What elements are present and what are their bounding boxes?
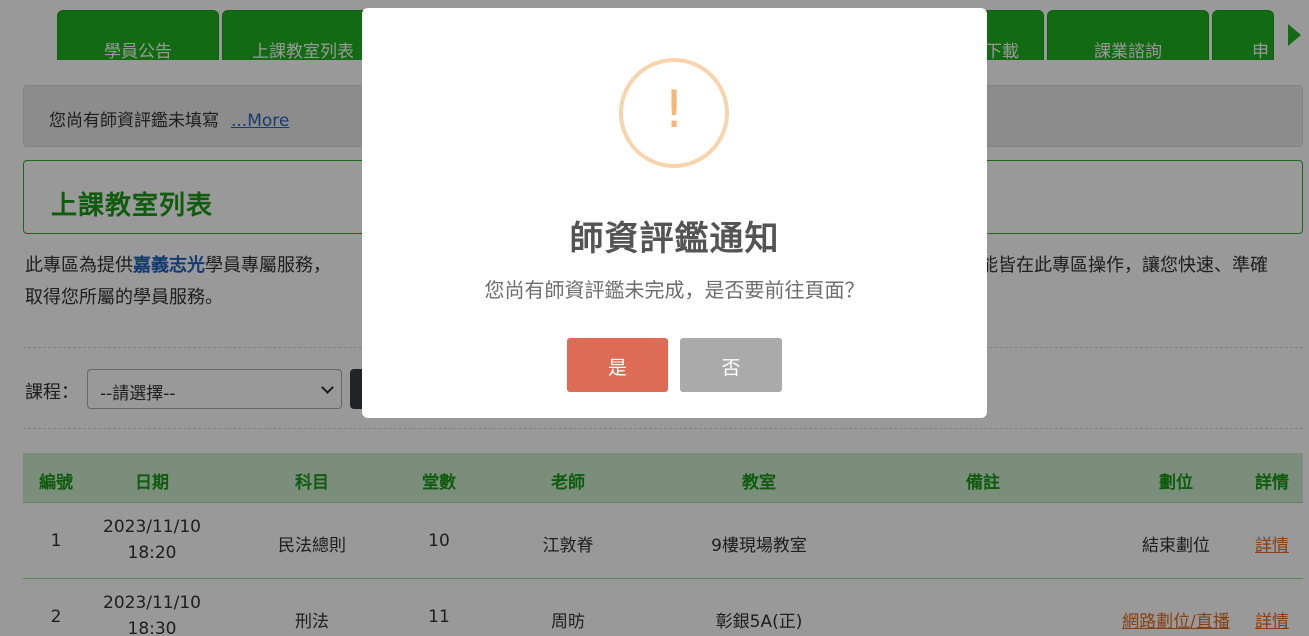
confirm-label: 是 xyxy=(607,357,627,379)
cancel-button[interactable]: 否 xyxy=(680,338,782,392)
cancel-label: 否 xyxy=(721,357,741,379)
warning-icon: ! xyxy=(619,58,729,168)
evaluation-dialog: ! 師資評鑑通知 您尚有師資評鑑未完成，是否要前往頁面？ 是 否 xyxy=(362,8,987,418)
confirm-button[interactable]: 是 xyxy=(567,338,668,392)
dialog-title: 師資評鑑通知 xyxy=(569,219,780,259)
exclamation-icon: ! xyxy=(663,80,685,140)
dialog-message: 您尚有師資評鑑未完成，是否要前往頁面？ xyxy=(484,278,865,302)
